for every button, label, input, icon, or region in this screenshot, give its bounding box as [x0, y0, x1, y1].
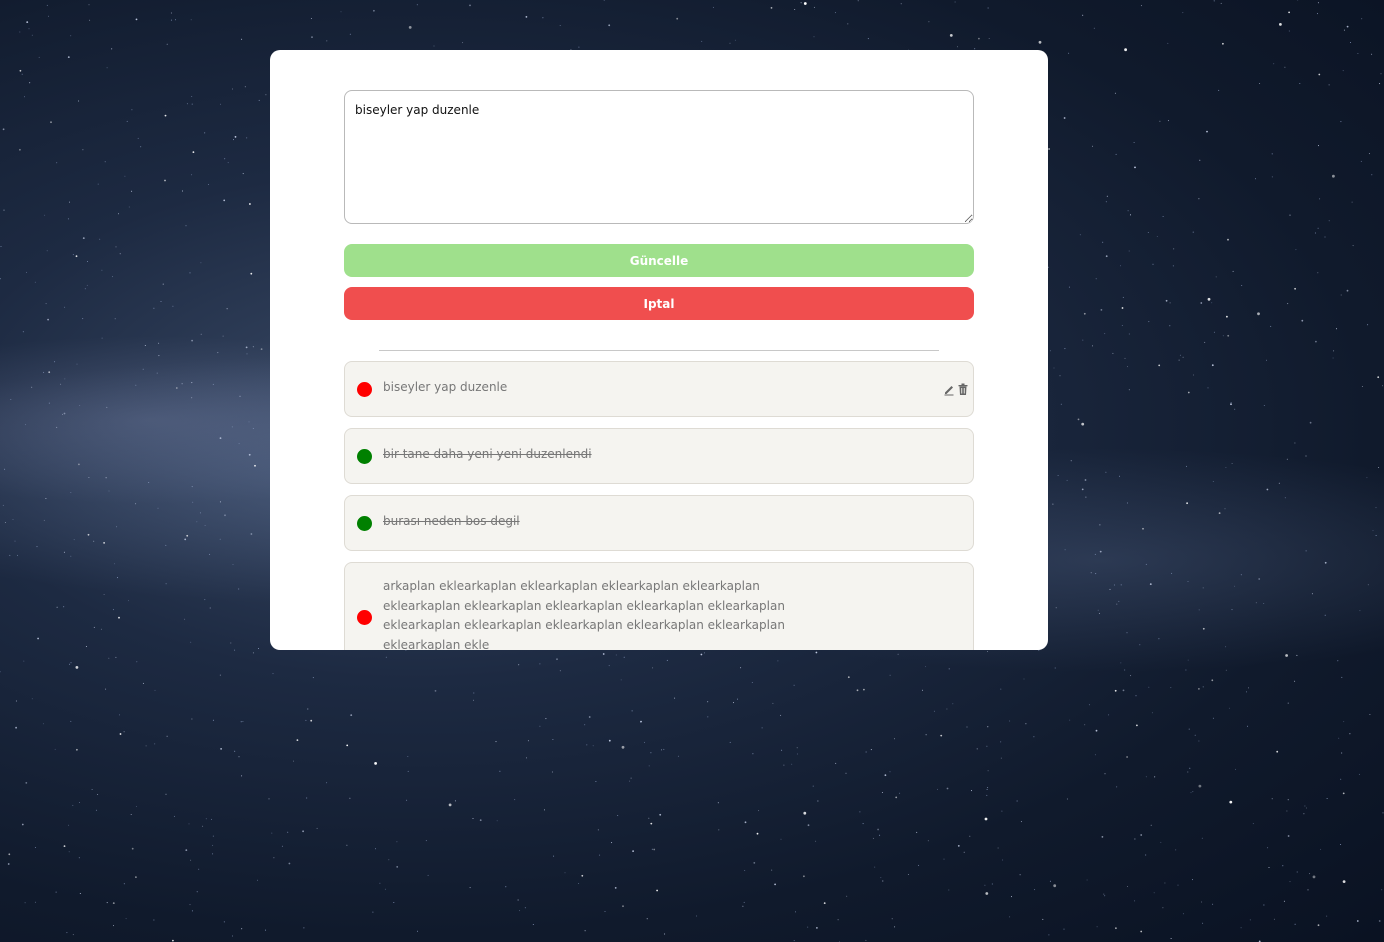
todo-item-2[interactable]: burası neden bos degil — [344, 495, 974, 551]
edit-icon[interactable] — [943, 382, 955, 396]
todo-edit-input[interactable] — [344, 90, 974, 224]
divider — [379, 350, 939, 351]
todo-item-1[interactable]: bir tane daha yeni yeni duzenlendi — [344, 428, 974, 484]
todo-text: arkaplan eklearkaplan eklearkaplan eklea… — [383, 579, 785, 650]
todo-list: biseyler yap duzenle bir tane daha yeni … — [344, 361, 974, 650]
todo-text: biseyler yap duzenle — [383, 380, 508, 394]
status-dot-pending[interactable] — [357, 610, 372, 625]
todo-text: bir tane daha yeni yeni duzenlendi — [383, 447, 592, 461]
status-dot-pending[interactable] — [357, 381, 372, 397]
trash-icon[interactable] — [957, 382, 969, 396]
cancel-button[interactable]: Iptal — [344, 287, 974, 320]
todo-card: Güncelle Iptal biseyler yap duzenle — [270, 50, 1048, 650]
todo-item-3[interactable]: arkaplan eklearkaplan eklearkaplan eklea… — [344, 562, 974, 650]
todo-item-0[interactable]: biseyler yap duzenle — [344, 361, 974, 417]
status-dot-done[interactable] — [357, 515, 372, 531]
todo-actions — [943, 382, 969, 396]
todo-text: burası neden bos degil — [383, 514, 520, 528]
update-button[interactable]: Güncelle — [344, 244, 974, 277]
status-dot-done[interactable] — [357, 448, 372, 464]
